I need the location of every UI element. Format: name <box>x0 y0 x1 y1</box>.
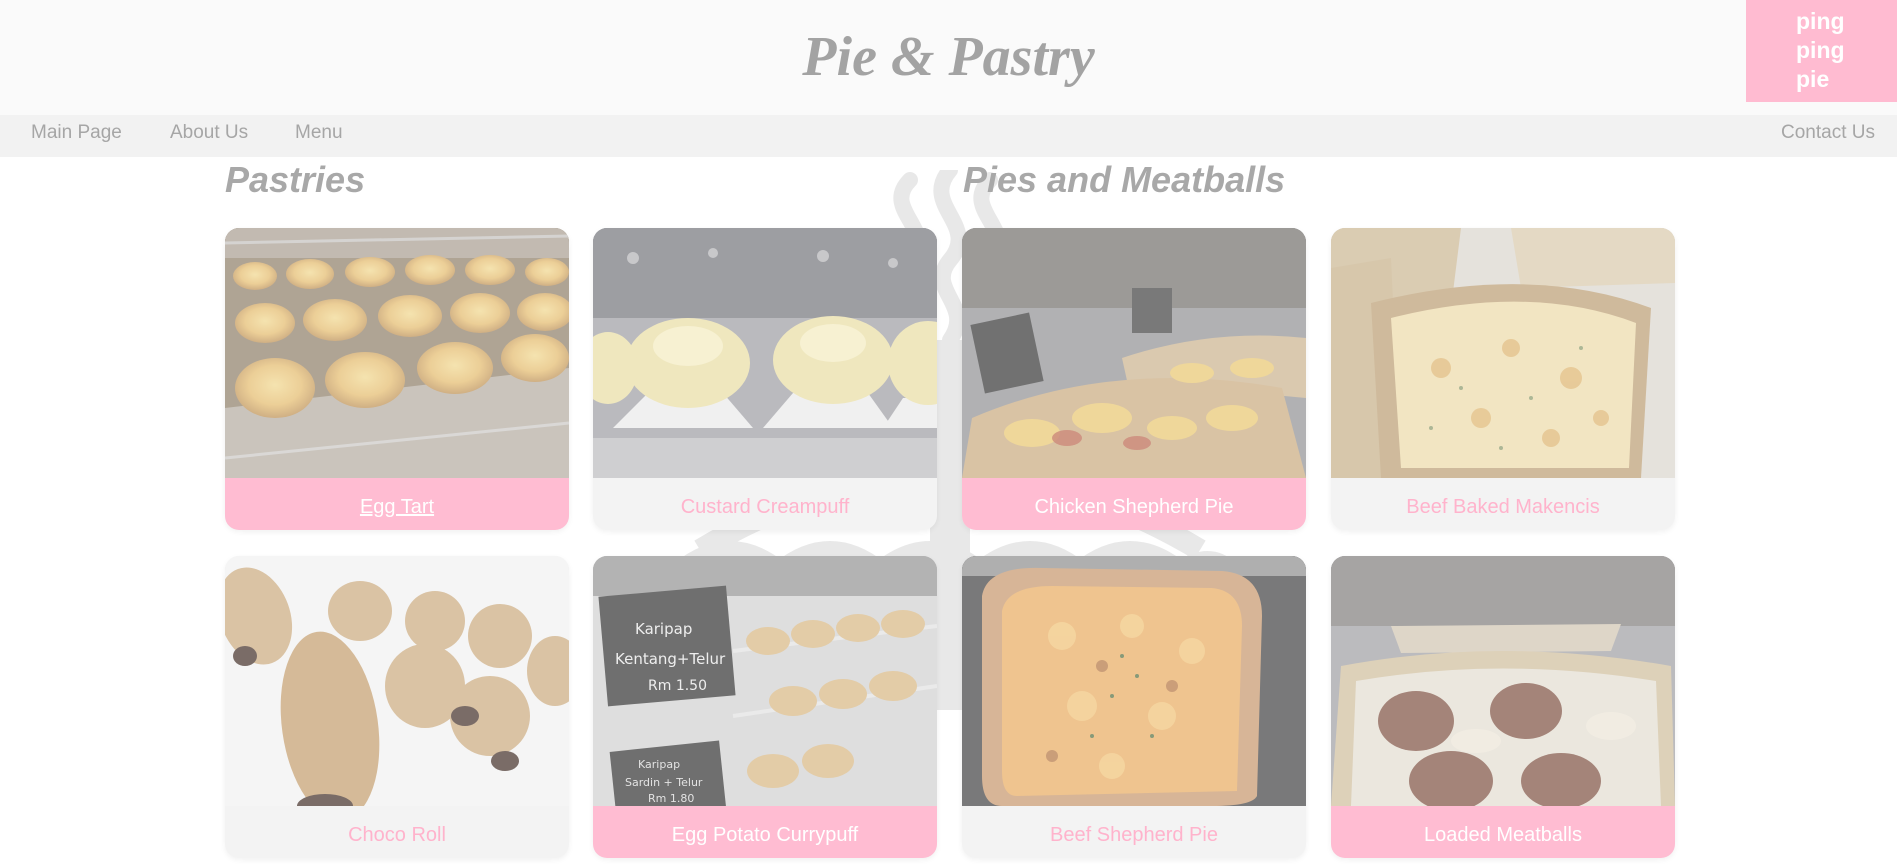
site-title: Pie & Pastry <box>802 26 1095 88</box>
menu-card-custard-creampuff[interactable]: Custard Creampuff <box>593 228 937 530</box>
section-title-pies: Pies and Meatballs <box>963 159 1286 200</box>
logo-line: ping <box>1796 37 1845 63</box>
card-label[interactable]: Beef Shepherd Pie <box>962 806 1306 858</box>
nav-link-about-us[interactable]: About Us <box>170 115 248 151</box>
menu-card-beef-baked-makencis[interactable]: Beef Baked Makencis <box>1331 228 1675 530</box>
menu-card-choco-roll[interactable]: Choco Roll <box>225 556 569 858</box>
card-label[interactable]: Chicken Shepherd Pie <box>962 478 1306 530</box>
brand-logo[interactable]: ping ping pie <box>1746 0 1897 102</box>
logo-line: pie <box>1796 66 1830 92</box>
logo-line: ping <box>1796 8 1845 34</box>
card-label[interactable]: Beef Baked Makencis <box>1331 478 1675 530</box>
menu-card-egg-potato-currypuff[interactable]: Karipap Kentang+Telur Rm 1.50 Karipap Sa… <box>593 556 937 858</box>
card-label[interactable]: Egg Tart <box>225 478 569 530</box>
nav-link-menu[interactable]: Menu <box>295 115 343 151</box>
nav-link-main-page[interactable]: Main Page <box>31 115 122 151</box>
menu-card-chicken-shepherd-pie[interactable]: Chicken Shepherd Pie <box>962 228 1306 530</box>
menu-card-loaded-meatballs[interactable]: Loaded Meatballs <box>1331 556 1675 858</box>
nav-link-contact-us[interactable]: Contact Us <box>1781 115 1875 151</box>
menu-card-egg-tart[interactable]: Egg Tart <box>225 228 569 530</box>
section-title-pastries: Pastries <box>225 159 366 200</box>
menu-card-beef-shepherd-pie[interactable]: Beef Shepherd Pie <box>962 556 1306 858</box>
card-label[interactable]: Custard Creampuff <box>593 478 937 530</box>
nav-bar: Main Page About Us Menu Contact Us <box>0 115 1897 157</box>
site-header: Pie & Pastry ping ping pie <box>0 0 1897 115</box>
card-label[interactable]: Egg Potato Currypuff <box>593 806 937 858</box>
card-label[interactable]: Loaded Meatballs <box>1331 806 1675 858</box>
card-label[interactable]: Choco Roll <box>225 806 569 858</box>
